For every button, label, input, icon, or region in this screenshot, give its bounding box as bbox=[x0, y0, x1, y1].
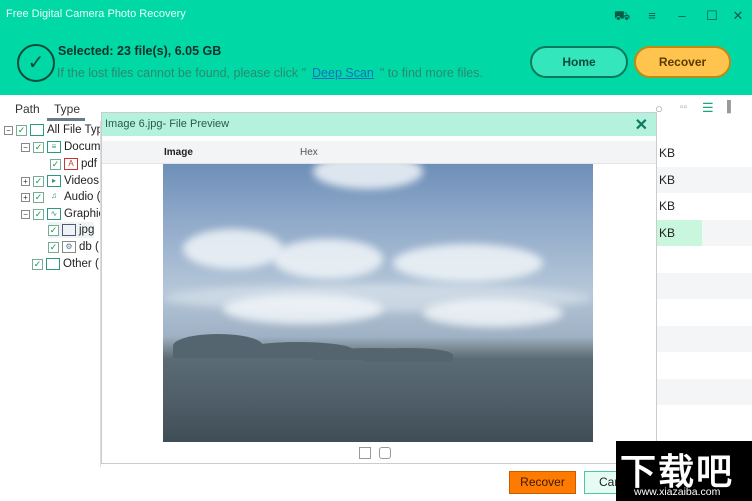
preview-header: Image Hex bbox=[102, 141, 656, 164]
list-row-selected[interactable]: KB bbox=[657, 220, 752, 246]
tree-label: Other ( bbox=[63, 258, 99, 270]
watermark-url: www.xiazaiba.com bbox=[634, 486, 721, 498]
detail-view-icon[interactable]: ▌ bbox=[727, 101, 735, 113]
tree-item-videos[interactable]: + ✓ ▸ Videos bbox=[21, 173, 99, 189]
monitor-icon bbox=[30, 124, 44, 136]
tree-item-db[interactable]: ✓ ⚙ db ( bbox=[48, 239, 99, 255]
tree-label: Graphic bbox=[64, 208, 101, 220]
list-row[interactable] bbox=[657, 379, 752, 405]
file-type-tree: − ✓ All File Typ − ✓ ≡ Docum ✓ Apdf + ✓ ▸ Videos … bbox=[0, 121, 101, 467]
graphics-icon: ∿ bbox=[47, 208, 61, 220]
grid-view-icon[interactable]: ▫▫ bbox=[680, 102, 687, 113]
file-preview-dialog: Image 6.jpg- File Preview ✕ Image Hex bbox=[101, 112, 657, 464]
tab-type[interactable]: Type bbox=[47, 100, 85, 121]
pdf-icon: A bbox=[64, 158, 78, 170]
minimize-icon[interactable]: – bbox=[672, 6, 692, 26]
tree-label: db ( bbox=[79, 241, 99, 253]
list-row[interactable]: KB bbox=[657, 193, 752, 219]
expand-icon[interactable]: + bbox=[21, 176, 30, 186]
list-view-icon[interactable]: ☰ bbox=[702, 100, 714, 116]
close-icon[interactable]: ✕ bbox=[728, 6, 748, 26]
tab-hex[interactable]: Hex bbox=[300, 141, 318, 164]
tree-label: Videos bbox=[64, 175, 99, 187]
tree-label: All File Typ bbox=[47, 124, 101, 136]
collapse-icon[interactable]: − bbox=[21, 142, 30, 152]
tab-path[interactable]: Path bbox=[15, 100, 40, 118]
tree-item-other[interactable]: ✓ Other ( bbox=[32, 256, 99, 272]
tree-item-audio[interactable]: + ✓ ♫ Audio ( bbox=[21, 189, 100, 205]
actual-size-icon[interactable] bbox=[379, 447, 391, 459]
watermark-logo: 下载吧 www.xiazaiba.com bbox=[616, 441, 752, 501]
checkbox[interactable]: ✓ bbox=[32, 258, 43, 270]
checkbox[interactable]: ✓ bbox=[33, 141, 44, 153]
audio-icon: ♫ bbox=[51, 191, 57, 200]
checkbox[interactable]: ✓ bbox=[16, 124, 27, 136]
hint-before: If the lost files cannot be found, pleas… bbox=[57, 66, 307, 80]
tree-item-documents[interactable]: − ✓ ≡ Docum bbox=[21, 139, 100, 155]
image-icon bbox=[62, 224, 76, 236]
menu-icon[interactable]: ≡ bbox=[642, 6, 662, 26]
list-row[interactable]: KB bbox=[657, 167, 752, 193]
list-row[interactable] bbox=[657, 273, 752, 299]
list-row[interactable] bbox=[657, 326, 752, 352]
preview-image bbox=[163, 164, 593, 442]
file-list: KB KB KB KB bbox=[657, 120, 752, 480]
hint-after: " to find more files. bbox=[379, 66, 483, 80]
video-icon: ▸ bbox=[47, 175, 61, 187]
deep-scan-link[interactable]: Deep Scan bbox=[312, 66, 374, 80]
tree-item-jpg[interactable]: ✓ jpg bbox=[48, 222, 95, 238]
selected-summary: Selected: 23 file(s), 6.05 GB bbox=[58, 44, 222, 58]
checkbox[interactable]: ✓ bbox=[33, 208, 44, 220]
tree-item-all[interactable]: − ✓ All File Typ bbox=[4, 122, 101, 138]
checkbox[interactable]: ✓ bbox=[33, 175, 44, 187]
maximize-icon[interactable]: ☐ bbox=[702, 6, 722, 26]
collapse-icon[interactable]: − bbox=[21, 209, 30, 219]
close-icon[interactable]: ✕ bbox=[635, 115, 648, 137]
collapse-icon[interactable]: − bbox=[4, 125, 13, 135]
header-bar: Free Digital Camera Photo Recovery ⛟ ≡ –… bbox=[0, 0, 752, 95]
dialog-title: Image 6.jpg- File Preview ✕ bbox=[102, 113, 656, 136]
checkbox[interactable]: ✓ bbox=[50, 158, 61, 170]
list-row[interactable]: KB bbox=[657, 140, 752, 166]
tree-item-graphics[interactable]: − ✓ ∿ Graphic bbox=[21, 206, 101, 222]
dialog-recover-button[interactable]: Recover bbox=[509, 471, 576, 494]
tree-label: jpg bbox=[79, 224, 95, 236]
app-title: Free Digital Camera Photo Recovery bbox=[6, 8, 186, 20]
fit-screen-icon[interactable] bbox=[359, 447, 371, 459]
tree-label: pdf bbox=[81, 158, 97, 170]
checkbox[interactable]: ✓ bbox=[48, 224, 59, 236]
home-button[interactable]: Home bbox=[530, 46, 628, 78]
db-icon: ⚙ bbox=[62, 241, 76, 253]
checkbox[interactable]: ✓ bbox=[48, 241, 59, 253]
cart-icon[interactable]: ⛟ bbox=[612, 6, 632, 26]
tree-item-pdf[interactable]: ✓ Apdf bbox=[50, 156, 97, 172]
tab-image[interactable]: Image bbox=[164, 141, 193, 164]
recover-button[interactable]: Recover bbox=[634, 46, 731, 78]
expand-icon[interactable]: + bbox=[21, 192, 30, 202]
tree-label: Audio ( bbox=[64, 191, 101, 203]
tree-label: Docum bbox=[64, 141, 101, 153]
dialog-title-text: Image 6.jpg- File Preview bbox=[105, 118, 230, 130]
hint-text: If the lost files cannot be found, pleas… bbox=[57, 66, 483, 80]
folder-icon bbox=[46, 258, 60, 270]
check-circle-icon: ✓ bbox=[17, 44, 55, 82]
document-icon: ≡ bbox=[47, 141, 61, 153]
checkbox[interactable]: ✓ bbox=[33, 191, 44, 203]
